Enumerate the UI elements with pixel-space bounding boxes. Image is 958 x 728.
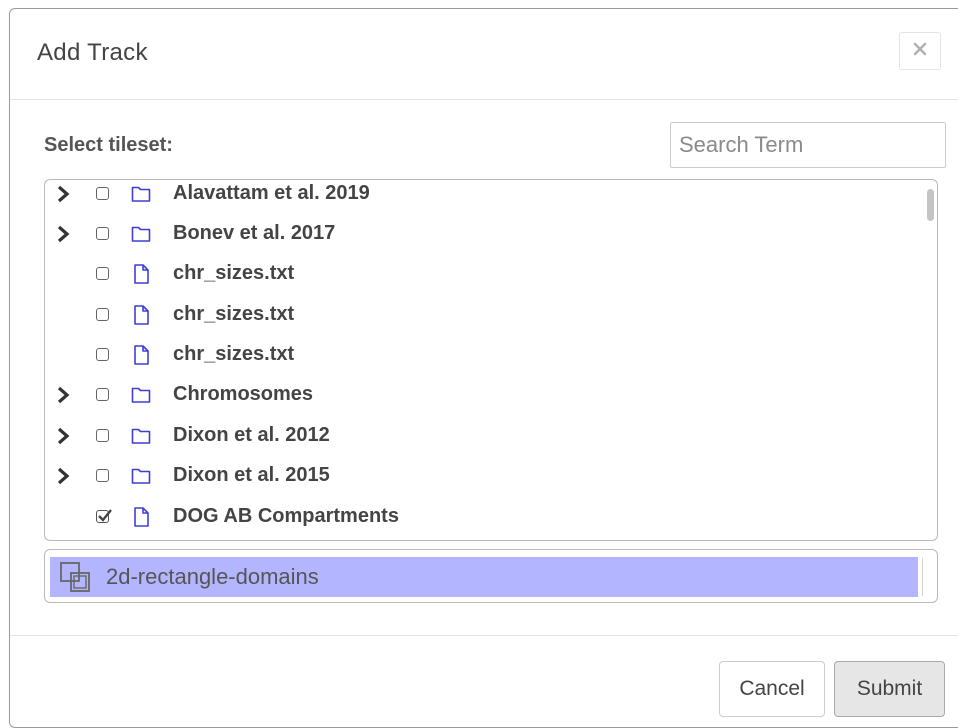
chevron-right-icon[interactable] [55, 467, 71, 485]
tree-row-label: Dixon et al. 2015 [173, 464, 330, 486]
folder-icon [131, 425, 151, 447]
file-icon [131, 506, 151, 528]
dialog-header: Add Track [10, 9, 958, 100]
tree-row[interactable]: Dixon et al. 2015 [45, 456, 915, 496]
tree-row[interactable]: Alavattam et al. 2019 [45, 180, 915, 214]
tileset-tree[interactable]: Alavattam et al. 2019 Bonev et al. 2017 … [44, 179, 938, 541]
tree-row[interactable]: chr_sizes.txt [45, 295, 915, 335]
tree-row-label: Chromosomes [173, 383, 314, 405]
datatype-divider [922, 558, 923, 596]
folder-icon [131, 183, 151, 205]
tree-row-checkbox[interactable] [96, 227, 109, 240]
tree-row[interactable]: chr_sizes.txt [45, 254, 915, 294]
submit-button[interactable]: Submit [834, 661, 945, 717]
tree-row[interactable]: Dixon et al. 2012 [45, 416, 915, 456]
add-track-dialog: Add Track Select tileset: Alavattam et a… [9, 8, 958, 728]
tree-row-checkbox[interactable] [96, 388, 109, 401]
tree-row[interactable]: DOG AB Compartments [45, 497, 915, 537]
dialog-title: Add Track [37, 39, 148, 66]
2d-rectangle-domains-icon [58, 560, 92, 594]
select-tileset-label: Select tileset: [44, 134, 173, 156]
dialog-footer-divider [10, 635, 958, 636]
datatype-item-selected[interactable]: 2d-rectangle-domains [50, 557, 918, 597]
folder-icon [131, 223, 151, 245]
chevron-right-icon[interactable] [55, 185, 71, 203]
tree-row-checkbox[interactable] [96, 267, 109, 280]
tree-row-label: chr_sizes.txt [173, 343, 295, 365]
tree-row-label: Bonev et al. 2017 [173, 222, 336, 244]
tree-row-checkbox-checked[interactable] [96, 509, 112, 523]
tree-row-label: chr_sizes.txt [173, 262, 295, 284]
tree-row-checkbox[interactable] [96, 187, 109, 200]
tree-row-label: chr_sizes.txt [173, 303, 295, 325]
tree-row-checkbox[interactable] [96, 429, 109, 442]
chevron-right-icon[interactable] [55, 386, 71, 404]
file-icon [131, 344, 151, 366]
file-icon [131, 304, 151, 326]
tree-row-label: Dixon et al. 2012 [173, 424, 330, 446]
tree-row[interactable]: Chromosomes [45, 375, 915, 415]
close-button[interactable] [899, 32, 941, 70]
tree-row-checkbox[interactable] [96, 469, 109, 482]
tree-row-checkbox[interactable] [96, 308, 109, 321]
file-icon [131, 263, 151, 285]
chevron-right-icon[interactable] [55, 427, 71, 445]
folder-icon [131, 465, 151, 487]
search-input[interactable] [670, 122, 946, 168]
tree-row[interactable]: chr_sizes.txt [45, 335, 915, 375]
datatype-list: 2d-rectangle-domains [44, 549, 938, 603]
cancel-button[interactable]: Cancel [719, 661, 825, 717]
datatype-label: 2d-rectangle-domains [106, 564, 319, 589]
tree-row-label: DOG AB Compartments [173, 505, 399, 527]
tree-row-checkbox[interactable] [96, 348, 109, 361]
scrollbar-thumb[interactable] [927, 189, 934, 221]
folder-icon [131, 384, 151, 406]
chevron-right-icon[interactable] [55, 225, 71, 243]
tree-row[interactable]: Bonev et al. 2017 [45, 214, 915, 254]
close-icon [913, 42, 927, 61]
tree-row-label: Alavattam et al. 2019 [173, 182, 370, 204]
